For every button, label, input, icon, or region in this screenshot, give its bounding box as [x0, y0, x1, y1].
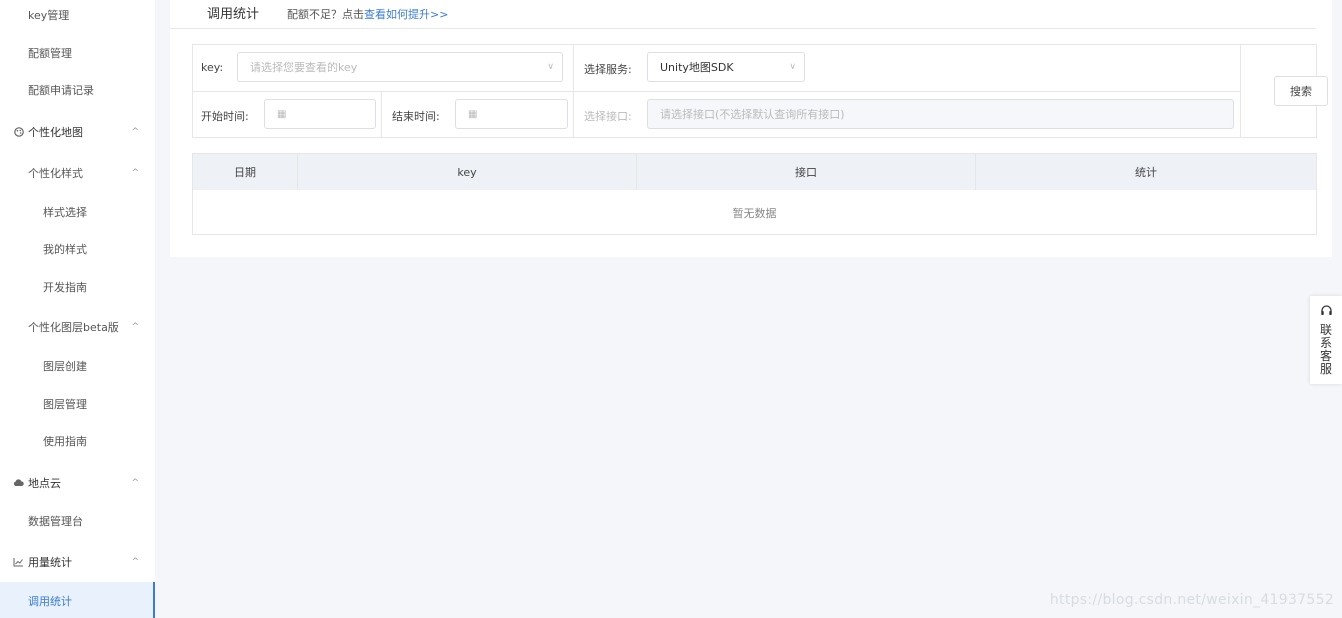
- sidebar-item-custom-layer-beta[interactable]: 个性化图层beta版 ^: [0, 308, 155, 345]
- chevron-up-icon: ^: [131, 477, 139, 488]
- sidebar-item-label: 样式选择: [43, 205, 87, 219]
- column-header-date: 日期: [193, 154, 298, 190]
- watermark: https://blog.csdn.net/weixin_41937552: [1049, 592, 1334, 608]
- sidebar-group-place-cloud[interactable]: 地点云 ^: [0, 464, 155, 501]
- sidebar-item-label: 数据管理台: [28, 514, 83, 528]
- chevron-down-icon: ∨: [547, 62, 554, 72]
- key-select[interactable]: 请选择您要查看的key ∨: [237, 52, 563, 82]
- chevron-up-icon: ^: [131, 167, 139, 178]
- sidebar-group-custom-map[interactable]: 个性化地图 ^: [0, 113, 155, 150]
- sidebar-item-label: 个性化图层beta版: [28, 320, 119, 334]
- sidebar-item-label: 用量统计: [28, 555, 72, 569]
- chevron-up-icon: ^: [131, 321, 139, 332]
- search-button[interactable]: 搜索: [1274, 76, 1328, 106]
- service-label: 选择服务:: [584, 63, 632, 76]
- customer-service-label: 联系客服: [1320, 323, 1333, 376]
- sidebar-item-label: 使用指南: [43, 434, 87, 448]
- chevron-down-icon: ∨: [789, 62, 796, 72]
- quota-note-text: 配额不足？点击: [287, 8, 364, 21]
- sidebar-item-label: 配额管理: [28, 46, 72, 60]
- quota-note: 配额不足？点击查看如何提升>>: [287, 6, 448, 22]
- column-header-stats: 统计: [1135, 166, 1157, 179]
- cloud-icon: [13, 477, 24, 488]
- sidebar-item-label: 调用统计: [28, 594, 72, 608]
- start-time-label: 开始时间:: [201, 110, 249, 123]
- sidebar-group-usage-stats[interactable]: 用量统计 ^: [0, 543, 155, 580]
- service-select-value: Unity地图SDK: [660, 61, 734, 74]
- sidebar-item-label: 开发指南: [43, 280, 87, 294]
- main-card: 调用统计 配额不足？点击查看如何提升>> key: 请选择您要查看的key ∨ …: [170, 0, 1332, 257]
- line-chart-icon: [13, 556, 24, 567]
- quota-help-link[interactable]: 查看如何提升>>: [364, 8, 448, 21]
- sidebar-item-dev-guide[interactable]: 开发指南: [0, 268, 155, 305]
- headset-icon: [1320, 304, 1333, 320]
- sidebar-item-style-select[interactable]: 样式选择: [0, 193, 155, 230]
- empty-state: 暂无数据: [732, 206, 777, 220]
- calendar-icon: ▦: [468, 108, 478, 120]
- divider: [1240, 45, 1241, 138]
- customer-service-tab[interactable]: 联系客服: [1310, 296, 1342, 384]
- sidebar: key管理 配额管理 配额申请记录 个性化地图 ^ 个性化样式 ^ 样式选择 我…: [0, 0, 155, 618]
- sidebar-item-label: 地点云: [28, 476, 61, 490]
- divider: [381, 91, 382, 138]
- sidebar-item-label: 图层创建: [43, 359, 87, 373]
- key-label: key:: [201, 61, 224, 74]
- api-label: 选择接口:: [584, 110, 632, 123]
- sidebar-item-key-management[interactable]: key管理: [0, 0, 155, 33]
- chevron-up-icon: ^: [131, 556, 139, 567]
- api-select[interactable]: 请选择接口(不选择默认查询所有接口): [647, 99, 1234, 129]
- filter-panel: key: 请选择您要查看的key ∨ 选择服务: Unity地图SDK ∨ 开始…: [192, 44, 1328, 138]
- sidebar-item-label: 图层管理: [43, 397, 87, 411]
- page-title: 调用统计: [207, 7, 260, 22]
- sidebar-item-label: key管理: [28, 8, 70, 22]
- sidebar-item-data-console[interactable]: 数据管理台: [0, 502, 155, 539]
- sidebar-item-label: 配额申请记录: [28, 83, 94, 97]
- divider: [573, 45, 574, 138]
- sidebar-item-usage-guide[interactable]: 使用指南: [0, 422, 155, 459]
- column-header-key: key: [298, 154, 637, 190]
- service-select[interactable]: Unity地图SDK ∨: [647, 52, 805, 82]
- sidebar-item-label: 我的样式: [43, 242, 87, 256]
- title-row: 调用统计 配额不足？点击查看如何提升>>: [170, 0, 1316, 29]
- divider: [193, 91, 1240, 92]
- api-select-placeholder: 请选择接口(不选择默认查询所有接口): [660, 108, 845, 121]
- chevron-up-icon: ^: [131, 126, 139, 137]
- sidebar-item-custom-style[interactable]: 个性化样式 ^: [0, 154, 155, 191]
- end-date-picker[interactable]: ▦: [455, 99, 568, 129]
- start-date-picker[interactable]: ▦: [264, 99, 376, 129]
- sidebar-item-label: 个性化样式: [28, 166, 83, 180]
- calendar-icon: ▦: [277, 108, 287, 120]
- palette-icon: [13, 126, 24, 137]
- sidebar-item-label: 个性化地图: [28, 125, 83, 139]
- sidebar-item-quota-records[interactable]: 配额申请记录: [0, 71, 155, 108]
- key-select-placeholder: 请选择您要查看的key: [250, 61, 358, 74]
- sidebar-item-layer-management[interactable]: 图层管理: [0, 385, 155, 422]
- end-time-label: 结束时间:: [392, 110, 440, 123]
- sidebar-item-layer-create[interactable]: 图层创建: [0, 347, 155, 384]
- sidebar-item-quota-management[interactable]: 配额管理: [0, 34, 155, 71]
- stats-table: 日期 key 接口 统计 暂无数据: [192, 153, 1317, 235]
- column-header-api: 接口: [637, 154, 976, 190]
- sidebar-item-call-stats[interactable]: 调用统计: [0, 582, 155, 618]
- table-header: 日期 key 接口 统计: [193, 154, 1316, 190]
- sidebar-item-my-styles[interactable]: 我的样式: [0, 230, 155, 267]
